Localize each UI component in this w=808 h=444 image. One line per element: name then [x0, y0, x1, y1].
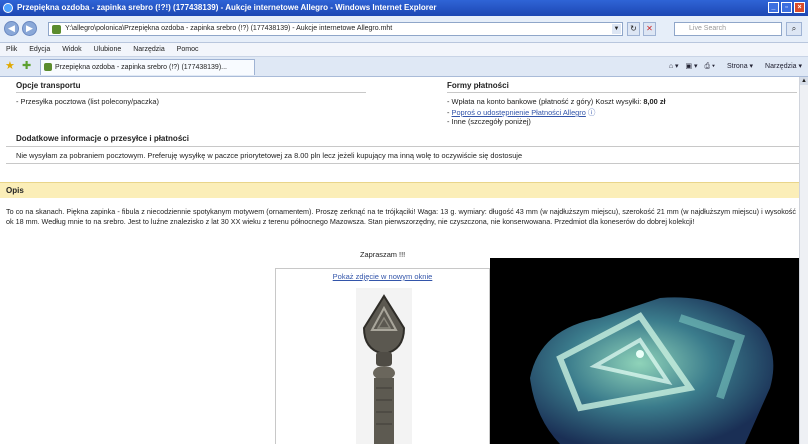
print-icon[interactable]: ⎙ ▾ [705, 63, 716, 70]
home-icon[interactable]: ⌂ ▾ [669, 63, 679, 70]
menu-ulubione[interactable]: Ulubione [94, 46, 122, 53]
address-bar[interactable]: Y:\allegro\polonica\Przepiękna ozdoba - … [48, 22, 623, 36]
extra-divider [6, 146, 800, 147]
transport-item: - Przesyłka pocztowa (list polecony/pacz… [16, 97, 159, 106]
brooch-closeup-photo [490, 258, 808, 444]
command-bar: ⌂ ▾ ▣ ▾ ⎙ ▾ Strona ▾ Narzędzia ▾ [664, 61, 802, 72]
page-menu-label: Strona [726, 63, 748, 70]
menu-narzedzia[interactable]: Narzędzia [133, 46, 165, 53]
vertical-scrollbar[interactable]: ▲ [799, 77, 808, 444]
extra-text: Nie wysyłam za pobraniem pocztowym. Pref… [16, 151, 523, 160]
menu-edycja[interactable]: Edycja [29, 46, 50, 53]
payment-item-bank: - Wpłata na konto bankowe (płatność z gó… [447, 97, 666, 106]
scroll-up-icon[interactable]: ▲ [800, 77, 808, 85]
menu-pomoc[interactable]: Pomoc [177, 46, 199, 53]
favorites-star-icon[interactable]: ★ [5, 60, 15, 72]
address-url: Y:\allegro\polonica\Przepiękna ozdoba - … [65, 25, 393, 32]
open-photo-link[interactable]: Pokaż zdjęcie w nowym oknie [333, 272, 433, 281]
photo-link-wrapper: Pokaż zdjęcie w nowym oknie [276, 272, 489, 281]
tab-current[interactable]: Przepiękna ozdoba - zapinka srebro (!?) … [40, 59, 255, 75]
close-button[interactable]: × [794, 2, 805, 13]
photo-frame: Pokaż zdjęcie w nowym oknie [275, 268, 490, 444]
menu-bar: Plik Edycja Widok Ulubione Narzędzia Pom… [0, 43, 808, 57]
payment-heading: Formy płatności [447, 81, 509, 90]
info-icon[interactable]: ⓘ [588, 108, 595, 117]
feeds-icon[interactable]: ▣ ▾ [685, 63, 697, 70]
address-dropdown-icon[interactable]: ▼ [612, 24, 621, 34]
ie-logo-icon [3, 3, 13, 13]
search-input[interactable]: Live Search [674, 22, 782, 36]
minimize-button[interactable]: _ [768, 2, 779, 13]
back-button[interactable]: ◀ [4, 21, 19, 36]
tab-favicon-icon [44, 63, 52, 71]
brooch-photo[interactable] [356, 288, 412, 444]
transport-heading: Opcje transportu [16, 81, 81, 90]
invite-text: Zapraszam !!! [360, 250, 406, 259]
title-bar: Przepiękna ozdoba - zapinka srebro (!?!)… [0, 0, 808, 16]
tab-bar: ★ ✚ Przepiękna ozdoba - zapinka srebro (… [0, 57, 808, 77]
description-text: To co na skanach. Piękna zapinka - fibul… [6, 207, 796, 226]
payment-cost-label: Koszt wysyłki: [595, 97, 642, 106]
forward-button[interactable]: ▶ [22, 21, 37, 36]
page-content: Opcje transportu - Przesyłka pocztowa (l… [0, 77, 808, 444]
description-heading: Opis [0, 182, 800, 198]
payment-cost-value: 8,00 zł [643, 97, 666, 106]
payment-bank-text: - Wpłata na konto bankowe (płatność z gó… [447, 97, 594, 106]
allegro-payments-link[interactable]: Poproś o udostępnienie Płatności Allegro [452, 108, 586, 117]
menu-plik[interactable]: Plik [6, 46, 17, 53]
tab-label: Przepiękna ozdoba - zapinka srebro (!?) … [55, 64, 227, 71]
address-toolbar: ◀ ▶ Y:\allegro\polonica\Przepiękna ozdob… [0, 16, 808, 43]
maximize-button[interactable]: ▫ [781, 2, 792, 13]
extra-heading: Dodatkowe informacje o przesyłce i płatn… [16, 134, 189, 143]
payment-divider [447, 92, 797, 93]
menu-widok[interactable]: Widok [62, 46, 81, 53]
search-button[interactable]: ⌕ [786, 22, 802, 36]
page-favicon-icon [52, 25, 61, 34]
payment-item-other: - Inne (szczegóły poniżej) [447, 117, 531, 126]
refresh-button[interactable]: ↻ [627, 22, 640, 36]
window-controls: _ ▫ × [768, 2, 805, 13]
tools-menu[interactable]: Narzędzia ▾ [760, 63, 802, 70]
extra-bottom-divider [6, 163, 800, 164]
stop-button[interactable]: ✕ [643, 22, 656, 36]
transport-divider [16, 92, 366, 93]
window-title: Przepiękna ozdoba - zapinka srebro (!?!)… [17, 3, 437, 12]
tools-menu-label: Narzędzia [765, 63, 797, 70]
add-favorites-icon[interactable]: ✚ [22, 60, 31, 72]
page-menu[interactable]: Strona ▾ [722, 63, 753, 70]
